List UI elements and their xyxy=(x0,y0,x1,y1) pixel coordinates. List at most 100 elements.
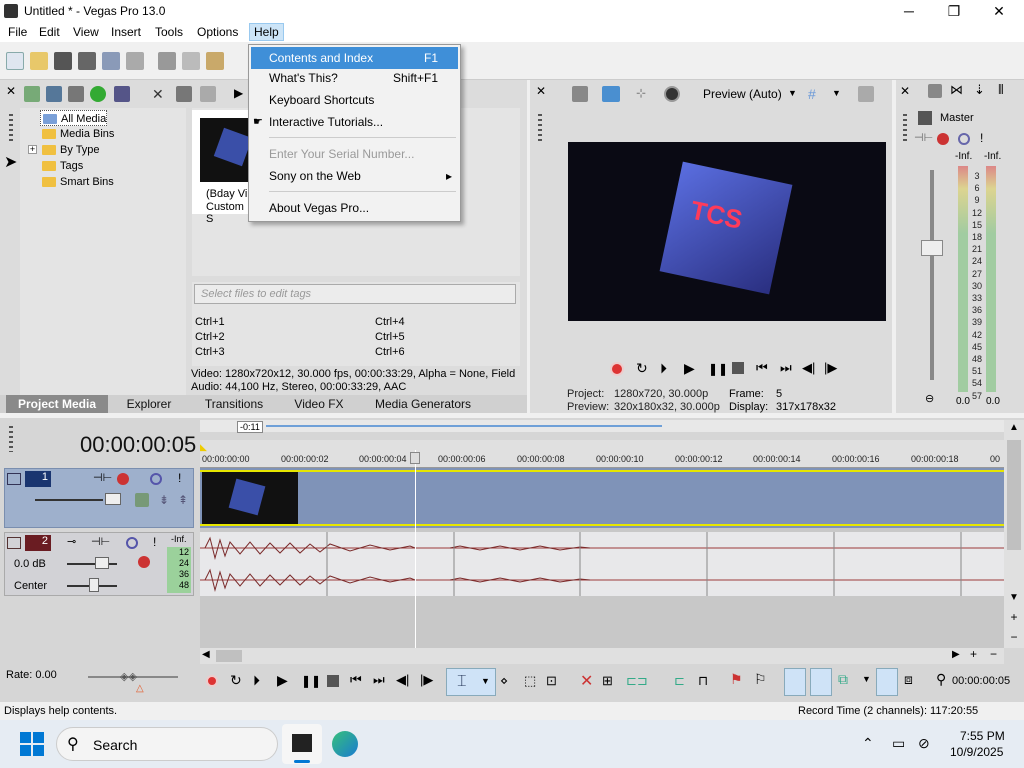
dim-output-icon[interactable]: ⇣ xyxy=(974,82,985,98)
next-frame-icon[interactable]: |▶ xyxy=(420,672,433,688)
prev-frame-icon[interactable]: ◀| xyxy=(802,360,815,376)
open-icon[interactable] xyxy=(30,52,48,70)
tag-shortcut[interactable]: Ctrl+1 xyxy=(195,316,225,328)
pause-icon[interactable]: ❚❚ xyxy=(301,674,321,688)
views-icon[interactable] xyxy=(200,86,216,102)
minimize-button[interactable]: ─ xyxy=(886,0,932,22)
volume-thumb[interactable] xyxy=(95,557,109,569)
close-master-icon[interactable]: ✕ xyxy=(900,84,910,98)
scroll-left-icon[interactable]: ◀ xyxy=(202,649,210,660)
trim-icon[interactable]: ⊞ xyxy=(602,673,613,689)
prev-frame-icon[interactable]: ◀| xyxy=(396,672,409,688)
record-icon[interactable] xyxy=(610,362,624,376)
tab-video-fx[interactable]: Video FX xyxy=(282,395,356,413)
normal-edit-tool[interactable]: ⌶ ▼ xyxy=(446,668,496,696)
play-media-icon[interactable]: ▶ xyxy=(234,86,243,100)
pin-icon[interactable]: ⚲ xyxy=(936,671,946,688)
tag-shortcut[interactable]: Ctrl+4 xyxy=(375,316,405,328)
import-icon[interactable] xyxy=(24,86,40,102)
get-media-icon[interactable] xyxy=(68,86,84,102)
trim-end-icon[interactable]: ⊏ xyxy=(674,673,685,689)
timeline-grip[interactable] xyxy=(9,426,13,452)
capture-icon[interactable] xyxy=(46,86,62,102)
playhead-cursor[interactable] xyxy=(415,450,416,648)
loop-region-bar[interactable] xyxy=(266,425,662,427)
track-solo-icon[interactable]: ! xyxy=(178,471,181,485)
tag-shortcut[interactable]: Ctrl+2 xyxy=(195,331,225,343)
tab-project-media[interactable]: Project Media xyxy=(6,395,108,413)
split-icon[interactable]: ⊓ xyxy=(698,673,708,689)
play-icon[interactable]: ▶ xyxy=(277,672,288,689)
master-grip[interactable] xyxy=(903,114,907,144)
save-as-icon[interactable] xyxy=(78,52,96,70)
track-collapse-icon[interactable] xyxy=(7,537,21,549)
video-event-thumbnail[interactable] xyxy=(202,472,298,524)
menu-tools[interactable]: Tools xyxy=(155,25,183,39)
menu-options[interactable]: Options xyxy=(197,25,238,39)
windows-start-icon[interactable] xyxy=(20,732,44,756)
go-to-start-icon[interactable]: ⏮ xyxy=(350,672,362,688)
loop-icon[interactable]: ↻ xyxy=(230,672,242,689)
zoom-in-icon[interactable]: + xyxy=(970,647,977,661)
edge-browser-icon[interactable] xyxy=(332,731,358,757)
properties-icon[interactable] xyxy=(126,52,144,70)
tab-explorer[interactable]: Explorer xyxy=(112,395,186,413)
in-marker-icon[interactable]: ◣ xyxy=(200,442,207,453)
play-from-start-icon[interactable]: ⏵ xyxy=(253,672,260,689)
menu-help[interactable]: Help xyxy=(249,23,284,41)
render-icon[interactable] xyxy=(102,52,120,70)
track-motion-icon[interactable]: ⊣⊢ xyxy=(93,471,112,484)
video-track-lane[interactable] xyxy=(200,468,1004,528)
maximize-button[interactable]: ❐ xyxy=(931,0,977,22)
tree-item-by-type[interactable]: By Type xyxy=(40,142,100,158)
track-collapse-icon[interactable] xyxy=(7,473,21,485)
zoom-tool-icon[interactable]: ⊡ xyxy=(546,673,557,689)
master-insert-icon[interactable]: ⊣⊢ xyxy=(914,131,933,144)
media-item[interactable]: (Bday Vi Custom S xyxy=(192,110,253,225)
stop-icon[interactable] xyxy=(327,675,339,687)
taskbar-search-box[interactable]: ⚲ Search xyxy=(56,727,278,761)
region-icon[interactable]: ⚐ xyxy=(754,671,767,688)
external-monitor-icon[interactable] xyxy=(602,86,620,102)
refresh-icon[interactable] xyxy=(90,86,106,102)
selection-tool-icon[interactable]: ⬚ xyxy=(524,673,536,689)
search-media-icon[interactable] xyxy=(114,86,130,102)
timeline-timecode[interactable]: 00:00:00:05 xyxy=(80,432,196,458)
clock-time[interactable]: 7:55 PM xyxy=(960,729,1005,743)
preview-grip[interactable] xyxy=(538,114,542,144)
tag-shortcut[interactable]: Ctrl+3 xyxy=(195,346,225,358)
menu-view[interactable]: View xyxy=(73,25,99,39)
help-about-item[interactable]: About Vegas Pro... xyxy=(251,197,458,219)
mute-icon[interactable] xyxy=(958,133,970,145)
playhead-handle[interactable] xyxy=(410,452,420,464)
audio-track-lane[interactable] xyxy=(200,532,1004,596)
scroll-right-icon[interactable]: ▶ xyxy=(952,649,960,660)
menu-insert[interactable]: Insert xyxy=(111,25,141,39)
mixer-props-icon[interactable] xyxy=(928,84,942,98)
tags-input[interactable]: Select files to edit tags xyxy=(194,284,516,304)
track-insert-icon[interactable]: ⊣⊢ xyxy=(91,535,110,548)
close-button[interactable]: ✕ xyxy=(976,0,1022,22)
pan-thumb[interactable] xyxy=(89,578,99,592)
composite-mode-icon[interactable] xyxy=(135,493,149,507)
vertical-scroll-thumb[interactable] xyxy=(1007,440,1021,550)
taskbar-vegas-app[interactable] xyxy=(282,724,322,764)
save-icon[interactable] xyxy=(54,52,72,70)
zoom-out-vertical-icon[interactable]: − xyxy=(1006,630,1022,644)
snapping-toggle[interactable] xyxy=(784,668,806,696)
preview-settings-icon[interactable] xyxy=(572,86,588,102)
help-keyboard-shortcuts-item[interactable]: Keyboard Shortcuts xyxy=(251,89,458,111)
track-mute-icon[interactable] xyxy=(150,473,162,485)
composite-level-thumb[interactable] xyxy=(105,493,121,505)
time-ruler[interactable]: 00:00:00:00 00:00:00:02 00:00:00:04 00:0… xyxy=(200,440,1004,468)
scroll-up-icon[interactable]: ▲ xyxy=(1006,422,1022,436)
close-panel-icon[interactable]: ✕ xyxy=(6,84,16,98)
copy-snapshot-icon[interactable] xyxy=(858,86,874,102)
channels-icon[interactable] xyxy=(664,86,680,102)
go-to-end-icon[interactable]: ⏭ xyxy=(373,672,385,688)
next-frame-icon[interactable]: |▶ xyxy=(824,360,837,376)
help-whats-this-item[interactable]: What's This? Shift+F1 xyxy=(251,67,458,89)
zoom-out-icon[interactable]: − xyxy=(990,647,997,661)
volume-slider[interactable] xyxy=(67,563,117,565)
help-contents-item[interactable]: Contents and Index F1 xyxy=(251,47,458,69)
